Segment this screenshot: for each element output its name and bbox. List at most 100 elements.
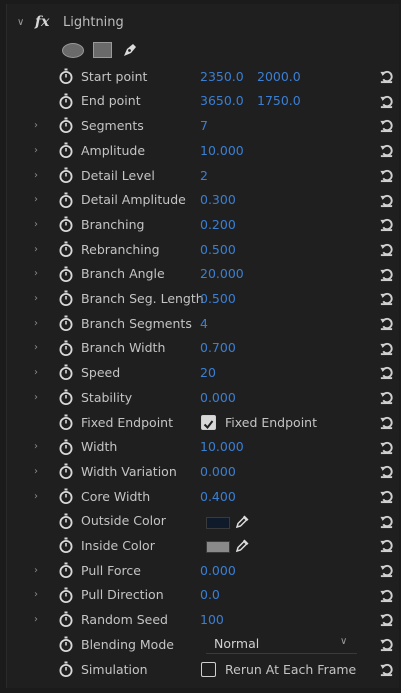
stopwatch-icon[interactable]	[58, 463, 74, 480]
stopwatch-icon[interactable]	[58, 439, 74, 455]
stopwatch-icon[interactable]	[58, 241, 74, 257]
reset-icon[interactable]	[379, 390, 394, 405]
reset-icon[interactable]	[379, 193, 394, 208]
expand-chevron-icon[interactable]: ›	[34, 145, 38, 156]
reset-icon[interactable]	[379, 489, 394, 504]
expand-chevron-icon[interactable]: ›	[34, 392, 38, 403]
reset-icon[interactable]	[379, 440, 394, 455]
reset-icon[interactable]	[379, 563, 394, 578]
stopwatch-icon[interactable]	[58, 142, 74, 159]
stopwatch-icon[interactable]	[58, 93, 74, 109]
stopwatch-icon[interactable]	[58, 167, 74, 183]
property-value[interactable]: 0.000	[200, 563, 236, 578]
eyedropper-icon[interactable]	[235, 513, 251, 529]
expand-chevron-icon[interactable]: ›	[34, 614, 38, 625]
property-value[interactable]: 0.500	[200, 242, 236, 257]
property-value[interactable]: 10.000	[200, 143, 244, 158]
expand-chevron-icon[interactable]: ›	[34, 318, 38, 329]
stopwatch-icon[interactable]	[58, 488, 74, 504]
reset-icon[interactable]	[379, 267, 394, 282]
stopwatch-icon[interactable]	[58, 315, 74, 331]
property-value[interactable]: 0.200	[200, 217, 236, 232]
stopwatch-icon[interactable]	[58, 661, 74, 677]
stopwatch-icon[interactable]	[58, 611, 74, 628]
reset-icon[interactable]	[379, 69, 394, 84]
collapse-chevron-icon[interactable]: ∨	[17, 17, 24, 28]
stopwatch-icon[interactable]	[58, 389, 74, 406]
stopwatch-icon[interactable]	[58, 290, 74, 307]
expand-chevron-icon[interactable]: ›	[34, 491, 38, 502]
property-value[interactable]: 0.000	[200, 390, 236, 405]
property-value[interactable]: 0.400	[200, 489, 236, 504]
expand-chevron-icon[interactable]: ›	[34, 120, 38, 131]
property-value[interactable]: 0.300	[200, 192, 236, 207]
reset-icon[interactable]	[379, 415, 394, 430]
reset-icon[interactable]	[379, 365, 394, 380]
reset-icon[interactable]	[379, 612, 394, 627]
point-x-value[interactable]: 2350.0	[200, 69, 244, 84]
expand-chevron-icon[interactable]: ›	[34, 565, 38, 576]
property-value[interactable]: 0.000	[200, 464, 236, 479]
blending-mode-select[interactable]: Normal ∨	[206, 634, 357, 655]
stopwatch-icon[interactable]	[58, 414, 74, 430]
eyedropper-icon[interactable]	[235, 537, 251, 553]
stopwatch-icon[interactable]	[58, 117, 74, 134]
pen-mask-icon[interactable]	[121, 41, 139, 59]
point-x-value[interactable]: 3650.0	[200, 93, 244, 108]
stopwatch-icon[interactable]	[58, 537, 74, 554]
expand-chevron-icon[interactable]: ›	[34, 367, 38, 378]
reset-icon[interactable]	[379, 217, 394, 232]
stopwatch-icon[interactable]	[58, 340, 74, 356]
expand-chevron-icon[interactable]: ›	[34, 244, 38, 255]
property-value[interactable]: 0.700	[200, 340, 236, 355]
expand-chevron-icon[interactable]: ›	[34, 342, 38, 353]
expand-chevron-icon[interactable]: ›	[34, 589, 38, 600]
point-y-value[interactable]: 1750.0	[257, 93, 301, 108]
effect-header[interactable]: ∨ fx Lightning	[7, 10, 399, 35]
expand-chevron-icon[interactable]: ›	[34, 219, 38, 230]
reset-icon[interactable]	[379, 291, 394, 306]
reset-icon[interactable]	[379, 341, 394, 356]
property-value[interactable]: 4	[200, 316, 208, 331]
property-value[interactable]: 2	[200, 168, 208, 183]
reset-icon[interactable]	[379, 538, 394, 553]
reset-icon[interactable]	[379, 662, 394, 677]
reset-icon[interactable]	[379, 514, 394, 529]
fx-badge[interactable]: fx	[35, 14, 49, 30]
reset-icon[interactable]	[379, 637, 394, 652]
property-value[interactable]: 100	[200, 612, 224, 627]
property-value[interactable]: 0.0	[200, 587, 220, 602]
reset-icon[interactable]	[379, 168, 394, 183]
expand-chevron-icon[interactable]: ›	[34, 441, 38, 452]
ellipse-mask-icon[interactable]	[62, 42, 84, 58]
reset-icon[interactable]	[379, 588, 394, 603]
property-value[interactable]: 20	[200, 365, 216, 380]
reset-icon[interactable]	[379, 94, 394, 109]
stopwatch-icon[interactable]	[58, 68, 74, 84]
property-value[interactable]: 20.000	[200, 266, 244, 281]
expand-chevron-icon[interactable]: ›	[34, 170, 38, 181]
property-value[interactable]: 0.500	[200, 291, 236, 306]
color-swatch[interactable]	[206, 516, 230, 529]
stopwatch-icon[interactable]	[58, 364, 74, 381]
stopwatch-icon[interactable]	[58, 562, 74, 578]
reset-icon[interactable]	[379, 143, 394, 158]
property-value[interactable]: 7	[200, 118, 208, 133]
expand-chevron-icon[interactable]: ›	[34, 268, 38, 279]
expand-chevron-icon[interactable]: ›	[34, 466, 38, 477]
reset-icon[interactable]	[379, 242, 394, 257]
stopwatch-icon[interactable]	[58, 192, 74, 208]
expand-chevron-icon[interactable]: ›	[34, 293, 38, 304]
property-value[interactable]: 10.000	[200, 439, 244, 454]
stopwatch-icon[interactable]	[58, 266, 74, 282]
reset-icon[interactable]	[379, 118, 394, 133]
checkbox[interactable]	[201, 414, 216, 430]
stopwatch-icon[interactable]	[58, 216, 74, 233]
rectangle-mask-icon[interactable]	[93, 42, 112, 58]
stopwatch-icon[interactable]	[58, 636, 74, 653]
expand-chevron-icon[interactable]: ›	[34, 194, 38, 205]
point-y-value[interactable]: 2000.0	[257, 69, 301, 84]
checkbox[interactable]	[201, 661, 216, 677]
stopwatch-icon[interactable]	[58, 587, 74, 603]
stopwatch-icon[interactable]	[58, 513, 74, 529]
